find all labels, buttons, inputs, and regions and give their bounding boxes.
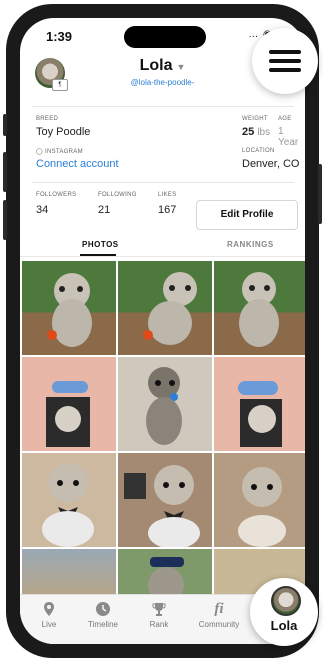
photo-tile[interactable] [22, 357, 116, 451]
volume-down-button [3, 200, 7, 240]
status-time: 1:39 [46, 29, 73, 44]
age-label: AGE [278, 116, 292, 122]
nav-live[interactable]: Live [24, 601, 74, 629]
tab-photos[interactable]: PHOTOS [82, 240, 119, 249]
breed-value: Toy Poodle [36, 126, 91, 138]
fi-icon: fi [214, 601, 224, 617]
mute-switch [3, 114, 7, 136]
location-label: LOCATION [242, 148, 275, 154]
power-button [318, 164, 322, 224]
profile-avatar [271, 586, 301, 616]
dynamic-island [124, 26, 206, 48]
photo-tile[interactable] [214, 357, 305, 451]
nav-label: Rank [149, 620, 169, 629]
connect-account-link[interactable]: Connect account [36, 158, 119, 170]
photo-tile[interactable] [22, 549, 116, 595]
clock-icon [96, 602, 110, 616]
followers-count[interactable]: 34 [36, 204, 48, 216]
nav-label: Timeline [88, 620, 118, 629]
location-value: Denver, CO [242, 158, 300, 170]
photo-tile[interactable] [118, 261, 212, 355]
breed-label: BREED [36, 116, 59, 122]
divider [32, 106, 294, 107]
nav-label: Live [41, 620, 57, 629]
phone-frame: 1:39 … ◉ ▭ ¶ Lola▼ @lola-the-poodle- BRE… [3, 4, 322, 658]
tab-rankings[interactable]: RANKINGS [227, 240, 274, 249]
photo-tile[interactable] [214, 453, 305, 547]
volume-up-button [3, 152, 7, 192]
photo-tile[interactable] [118, 549, 212, 595]
profile-name-text: Lola [139, 57, 173, 74]
age-value: 1 Year [278, 126, 299, 148]
followers-label: FOLLOWERS [36, 192, 77, 198]
likes-count: 167 [158, 204, 177, 216]
nav-rank[interactable]: Rank [134, 601, 184, 629]
photo-tile[interactable] [214, 261, 305, 355]
location-pin-icon [44, 602, 54, 616]
photo-tile[interactable] [22, 453, 116, 547]
instagram-label: ◯ INSTAGRAM [36, 149, 83, 155]
divider [32, 182, 294, 183]
photo-tile[interactable] [118, 357, 212, 451]
menu-button[interactable] [252, 28, 318, 94]
nav-profile-label: Lola [270, 618, 298, 633]
photo-tile[interactable] [118, 453, 212, 547]
nav-label: Community [198, 620, 240, 629]
following-count[interactable]: 21 [98, 204, 110, 216]
nav-community[interactable]: fi Community [194, 601, 244, 629]
trophy-icon [152, 603, 166, 616]
screen: 1:39 … ◉ ▭ ¶ Lola▼ @lola-the-poodle- BRE… [20, 18, 305, 644]
weight-label: WEIGHT [242, 116, 268, 122]
likes-label: LIKES [158, 192, 177, 198]
following-label: FOLLOWING [98, 192, 137, 198]
photo-tile[interactable] [22, 261, 116, 355]
divider [20, 256, 305, 257]
weight-value: 25 lbs [242, 126, 271, 138]
hamburger-icon [269, 50, 301, 54]
hamburger-icon [269, 68, 301, 72]
instagram-icon: ◯ [36, 149, 44, 155]
edit-profile-button[interactable]: Edit Profile [196, 200, 298, 230]
nav-profile[interactable]: Lola [250, 578, 318, 646]
hamburger-icon [269, 59, 301, 63]
nav-timeline[interactable]: Timeline [78, 601, 128, 629]
chevron-down-icon[interactable]: ▼ [176, 62, 185, 72]
